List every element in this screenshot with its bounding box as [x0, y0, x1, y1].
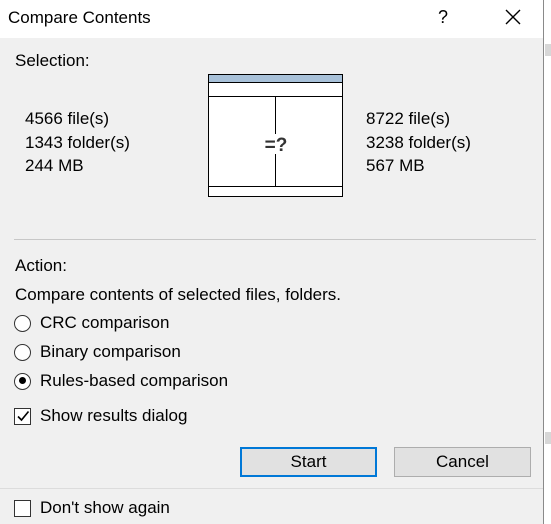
- compare-contents-dialog: Compare Contents ? Selection: 4566 file(…: [0, 0, 544, 524]
- compare-illustration: =?: [208, 74, 343, 197]
- right-selection-stats: 8722 file(s) 3238 folder(s) 567 MB: [366, 107, 471, 178]
- close-button[interactable]: [496, 0, 530, 34]
- section-divider: [14, 239, 536, 240]
- dont-show-again-label: Don't show again: [40, 498, 170, 517]
- action-description: Compare contents of selected files, fold…: [15, 285, 341, 304]
- close-icon: [505, 9, 521, 25]
- rules-based-comparison-radio[interactable]: [14, 372, 31, 390]
- show-results-label: Show results dialog: [40, 406, 188, 425]
- binary-comparison-label: Binary comparison: [40, 342, 181, 361]
- cancel-button[interactable]: Cancel: [394, 447, 531, 477]
- checkmark-icon: [16, 410, 29, 422]
- left-folder-count: 1343 folder(s): [25, 132, 130, 152]
- title-bar: Compare Contents ?: [0, 0, 543, 38]
- rules-based-comparison-option[interactable]: Rules-based comparison: [14, 371, 228, 391]
- left-file-count: 4566 file(s): [25, 109, 110, 128]
- show-results-option[interactable]: Show results dialog: [14, 406, 187, 426]
- right-size: 567 MB: [366, 156, 425, 175]
- help-icon: ?: [437, 7, 448, 27]
- binary-comparison-option[interactable]: Binary comparison: [14, 342, 181, 362]
- action-label: Action:: [15, 256, 67, 275]
- binary-comparison-radio[interactable]: [14, 343, 31, 361]
- right-file-count: 8722 file(s): [366, 109, 451, 128]
- right-folder-count: 3238 folder(s): [366, 132, 471, 152]
- background-scroll-mark: [545, 432, 551, 444]
- background-window-edge: [545, 0, 551, 524]
- selection-label: Selection:: [15, 51, 90, 70]
- compare-glyph: =?: [265, 135, 288, 156]
- dont-show-again-checkbox[interactable]: [14, 499, 31, 517]
- left-selection-stats: 4566 file(s) 1343 folder(s) 244 MB: [25, 107, 130, 178]
- crc-comparison-option[interactable]: CRC comparison: [14, 313, 169, 333]
- crc-comparison-label: CRC comparison: [40, 313, 170, 332]
- show-results-checkbox[interactable]: [14, 407, 31, 425]
- start-button[interactable]: Start: [240, 447, 377, 477]
- crc-comparison-radio[interactable]: [14, 314, 31, 332]
- dont-show-again-option[interactable]: Don't show again: [14, 498, 170, 518]
- help-button[interactable]: ?: [426, 0, 460, 34]
- rules-based-comparison-label: Rules-based comparison: [40, 371, 229, 390]
- footer-divider: [0, 488, 543, 489]
- window-title: Compare Contents: [8, 8, 151, 27]
- left-size: 244 MB: [25, 156, 84, 175]
- background-scroll-mark: [545, 44, 551, 56]
